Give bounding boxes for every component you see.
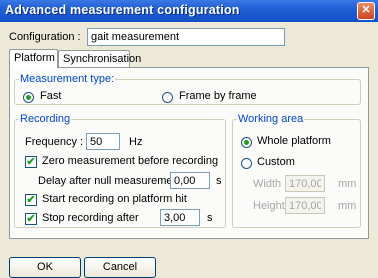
- height-label: Height: [253, 200, 285, 212]
- window-title: Advanced measurement configuration: [5, 3, 240, 17]
- width-label: Width: [253, 178, 282, 190]
- measurement-type-legend: Measurement type:: [20, 73, 115, 85]
- zero-measurement-checkbox[interactable]: ✔: [25, 156, 37, 168]
- tab-panel: Measurement type: Fast Frame by frame Re…: [9, 67, 369, 239]
- zero-measurement-label: Zero measurement before recording: [42, 155, 219, 167]
- title-bar[interactable]: Advanced measurement configuration ✕: [0, 0, 378, 22]
- frequency-unit: Hz: [129, 136, 143, 148]
- cancel-button[interactable]: Cancel: [84, 257, 156, 278]
- working-area-legend: Working area: [238, 113, 304, 125]
- radio-whole-platform-label: Whole platform: [257, 135, 331, 147]
- tab-synchronisation[interactable]: Synchronisation: [58, 50, 141, 67]
- close-icon: ✕: [361, 4, 371, 16]
- start-on-hit-label: Start recording on platform hit: [42, 193, 187, 205]
- radio-custom-label: Custom: [257, 156, 295, 168]
- delay-label: Delay after null measurement: [38, 175, 182, 187]
- width-input[interactable]: [285, 175, 325, 192]
- recording-legend: Recording: [20, 113, 71, 125]
- radio-frame-by-frame-label: Frame by frame: [179, 90, 257, 102]
- delay-input[interactable]: [170, 172, 210, 189]
- frequency-input[interactable]: [86, 133, 120, 150]
- stop-after-checkbox[interactable]: ✔: [25, 213, 37, 225]
- radio-fast[interactable]: [23, 92, 34, 103]
- radio-fast-label: Fast: [40, 90, 62, 102]
- stop-after-input[interactable]: [160, 209, 200, 226]
- configuration-label: Configuration :: [9, 31, 81, 43]
- stop-after-label: Stop recording after: [42, 212, 139, 224]
- width-unit: mm: [338, 178, 357, 190]
- stop-after-unit: s: [207, 212, 213, 224]
- ok-button[interactable]: OK: [9, 257, 81, 278]
- radio-whole-platform[interactable]: [241, 137, 252, 148]
- start-on-hit-checkbox[interactable]: ✔: [25, 194, 37, 206]
- height-unit: mm: [338, 200, 357, 212]
- radio-frame-by-frame[interactable]: [162, 92, 173, 103]
- radio-custom[interactable]: [241, 158, 252, 169]
- frequency-label: Frequency :: [25, 136, 84, 148]
- configuration-input[interactable]: [87, 28, 285, 46]
- delay-unit: s: [216, 175, 222, 187]
- height-input[interactable]: [285, 197, 325, 214]
- close-button[interactable]: ✕: [357, 2, 375, 20]
- tab-platform[interactable]: Platform: [9, 49, 58, 68]
